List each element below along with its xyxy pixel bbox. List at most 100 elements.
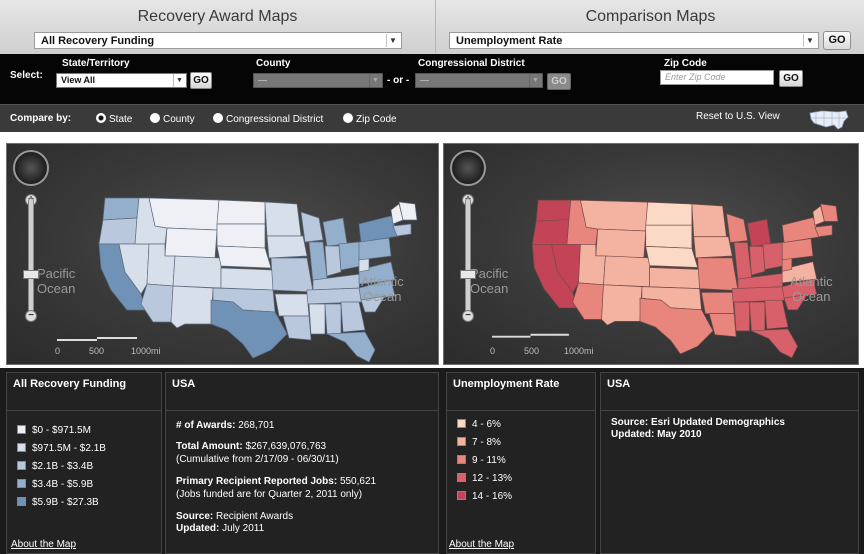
state-kansas [220,267,274,291]
compare-option-label: State [109,114,133,125]
state-iowa [266,235,308,259]
county-label: County [256,58,291,69]
zip-go-button[interactable]: GO [779,70,803,87]
compare-option-district[interactable]: Congressional District [213,113,323,125]
funding-type-value: All Recovery Funding [41,35,155,47]
legend-label: $0 - $971.5M [32,425,91,436]
legend-swatch [17,479,26,488]
state-indiana [324,245,342,277]
legend-item: $2.1B - $3.4B [17,461,93,472]
atlantic-ocean-text: Atlantic Ocean [361,274,404,304]
zoom-slider-handle[interactable] [460,270,476,279]
state-nebraska [216,245,272,269]
legend-item: $3.4B - $5.9B [17,479,93,490]
state-minnesota [264,201,302,237]
district-go-button[interactable]: GO [547,73,571,90]
updated-label: Updated: [611,429,655,440]
state-wisconsin [300,211,324,243]
about-map-link[interactable]: About the Map [11,539,76,550]
state-illinois [733,242,752,282]
district-label: Congressional District [418,58,525,69]
pacific-ocean-label: Pacific Ocean [37,266,75,296]
usa-map-icon[interactable] [808,109,850,131]
district-value: — [420,75,429,85]
compare-by-label: Compare by: [10,113,72,124]
about-map-link[interactable]: About the Map [449,539,514,550]
radio-icon [213,113,223,123]
compare-option-county[interactable]: County [150,113,195,125]
state-montana [148,197,220,231]
state-georgia [340,301,366,333]
state-oregon [98,217,138,245]
state-label: State/Territory [62,58,130,69]
state-arizona [140,283,174,323]
state-new-mexico [170,285,214,329]
comparison-value: Unemployment Rate [456,35,563,47]
amount-note: (Cumulative from 2/17/09 - 06/30/11) [176,454,339,465]
scale-bar-graphic [57,337,137,341]
legend-item: $971.5M - $2.1B [17,443,106,454]
legend-item: 12 - 13% [457,473,512,484]
state-dropdown[interactable]: View All ▼ [56,73,187,88]
funding-type-dropdown[interactable]: All Recovery Funding ▼ [34,32,402,49]
compare-option-label: County [163,114,195,125]
us-states-choropleth[interactable] [444,144,859,365]
source-line: Source: Recipient Awards [176,511,293,523]
updated-label: Updated: [176,523,220,534]
state-washington [102,197,140,221]
compare-option-label: Zip Code [356,114,397,125]
district-dropdown[interactable]: — ▼ [415,73,543,88]
us-states-choropleth[interactable] [7,144,439,365]
updated-value: July 2011 [222,523,265,534]
source-value: Recipient Awards [216,511,294,522]
state-florida [326,331,376,363]
zip-input[interactable]: Enter Zip Code [660,70,774,85]
state-illinois [308,241,328,283]
scale-tick-0: 0 [55,346,61,356]
state-alabama [749,301,766,332]
legend-swatch [457,437,466,446]
comparison-go-button[interactable]: GO [823,31,851,50]
comparison-legend-title: Unemployment Rate [447,373,595,411]
jobs-label: Primary Recipient Reported Jobs: [176,476,338,487]
state-colorado [172,255,222,289]
awards-label: # of Awards: [176,420,236,431]
legend-swatch [17,443,26,452]
comparison-map[interactable]: Pacific Ocean Atlantic Ocean + − 0 500 1… [443,143,859,365]
legend-swatch [17,425,26,434]
state-south-dakota [645,224,693,249]
state-ohio [762,242,785,270]
legend-item: 7 - 8% [457,437,501,448]
compass-icon[interactable] [450,150,486,186]
zoom-out-icon[interactable]: − [25,310,37,322]
radio-icon [343,113,353,123]
comparison-dropdown[interactable]: Unemployment Rate ▼ [449,32,819,49]
recovery-award-map[interactable]: Pacific Ocean Atlantic Ocean + − 0 500 1… [6,143,439,365]
jobs-note: (Jobs funded are for Quarter 2, 2011 onl… [176,489,363,500]
compare-option-state[interactable]: State [96,113,132,125]
select-bar: Select: State/Territory View All ▼ GO Co… [0,54,864,104]
state-north-dakota [216,199,266,225]
zoom-slider-handle[interactable] [23,270,39,279]
legend-label: 14 - 16% [472,491,513,502]
zoom-slider[interactable] [28,198,34,316]
state-go-button[interactable]: GO [190,72,212,89]
compare-option-label: Congressional District [226,114,324,125]
amount-line: Total Amount: $267,639,076,763 [176,441,326,453]
state-wyoming [164,227,218,259]
reset-us-view-link[interactable]: Reset to U.S. View [696,111,780,122]
radio-selected-icon [96,113,106,123]
jobs-value: 550,621 [339,476,377,487]
comparison-info-title: USA [601,373,858,411]
zoom-slider[interactable] [465,198,471,316]
county-dropdown[interactable]: — ▼ [253,73,383,88]
compass-icon[interactable] [13,150,49,186]
comparison-header: Comparison Maps Unemployment Rate ▼ GO [437,0,864,54]
compare-option-zip[interactable]: Zip Code [343,113,397,125]
recovery-legend-title: All Recovery Funding [7,373,161,411]
legend-label: 12 - 13% [472,473,513,484]
legend-swatch [457,473,466,482]
state-tennessee [731,286,789,303]
compare-bar: Compare by: State County Congressional D… [0,104,864,132]
zoom-out-icon[interactable]: − [462,310,474,322]
